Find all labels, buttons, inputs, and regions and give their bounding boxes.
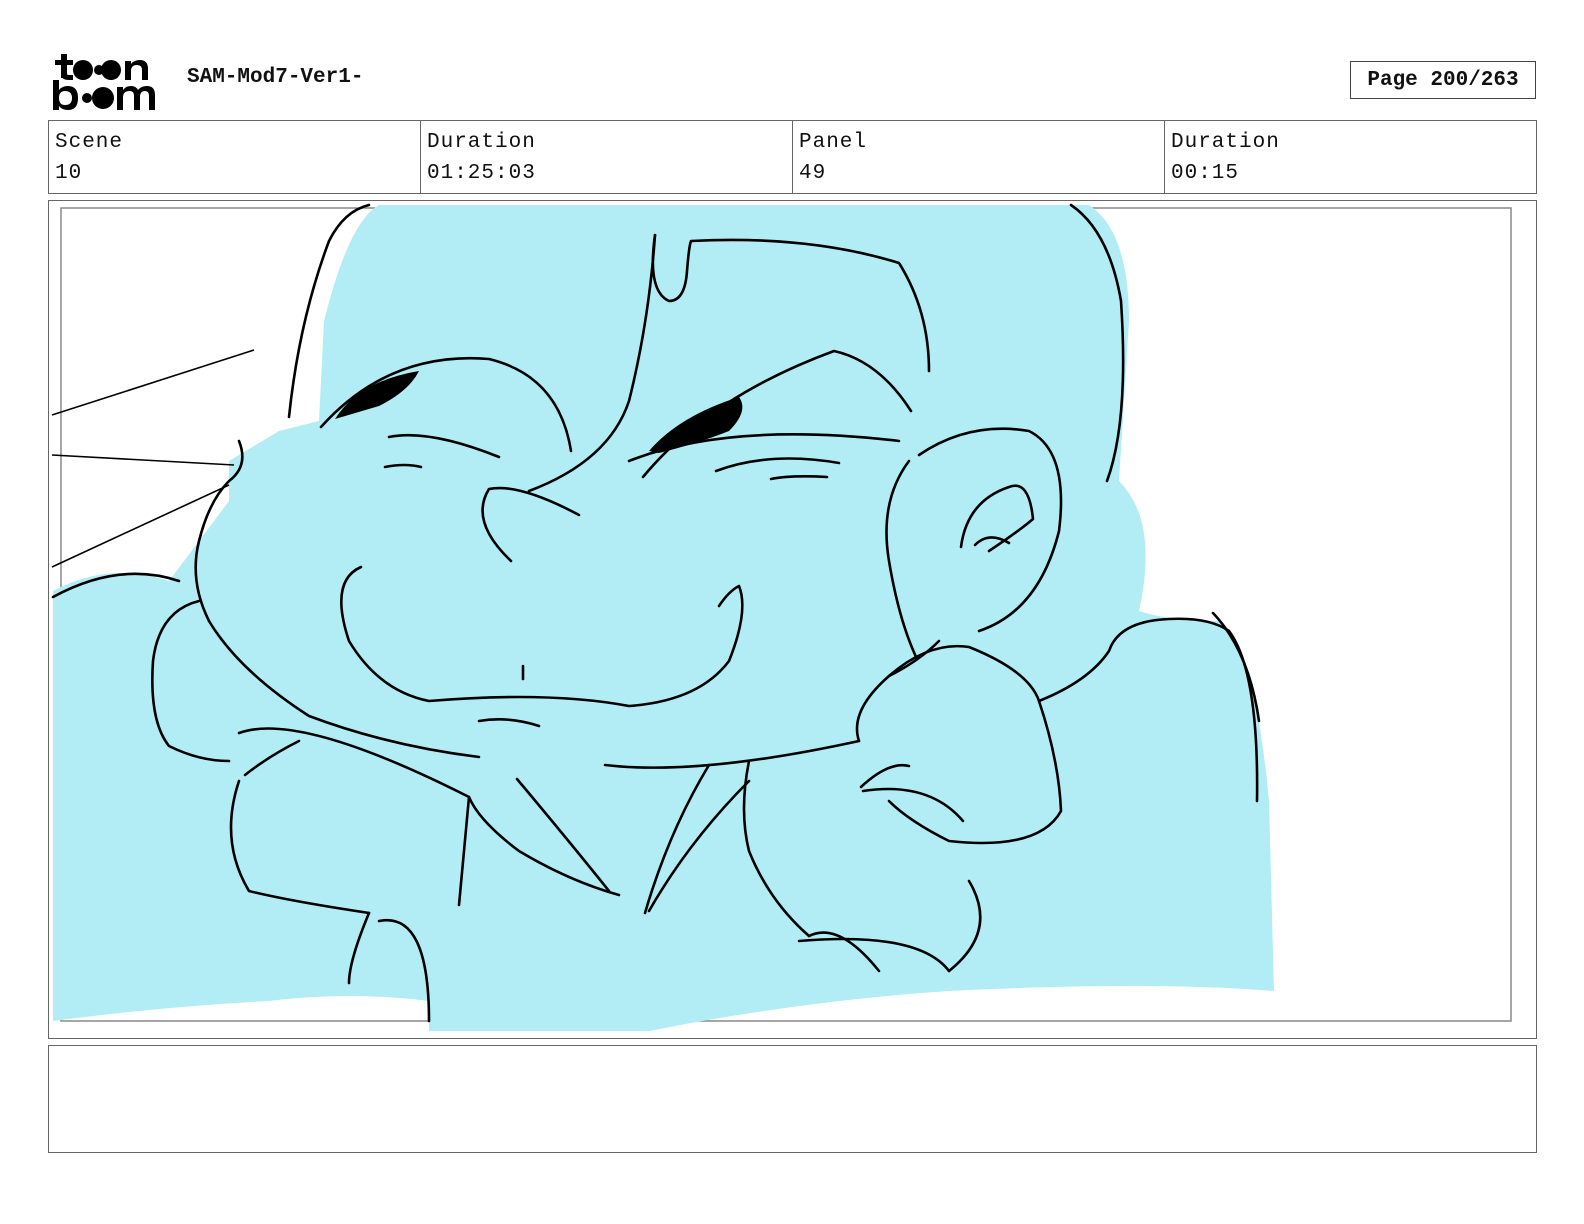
toon-boom-logo <box>53 54 155 110</box>
panel-notes-box[interactable] <box>48 1045 1537 1153</box>
scene-label: Scene <box>55 131 124 154</box>
scene-info-bar: Scene 10 Duration 01:25:03 Panel 49 Dura… <box>48 120 1537 194</box>
scene-duration-label: Duration <box>427 131 536 154</box>
page-number: Page 200/263 <box>1350 61 1536 99</box>
scene-cell: Scene 10 <box>49 121 421 193</box>
scene-duration-value: 01:25:03 <box>427 162 536 185</box>
project-title: SAM-Mod7-Ver1- <box>187 66 364 89</box>
panel-label: Panel <box>799 131 868 154</box>
character-color-fill <box>53 205 1274 1031</box>
panel-duration-value: 00:15 <box>1171 162 1240 185</box>
storyboard-panel <box>48 200 1537 1039</box>
panel-duration-label: Duration <box>1171 131 1280 154</box>
panel-cell: Panel 49 <box>793 121 1165 193</box>
panel-value: 49 <box>799 162 827 185</box>
scene-value: 10 <box>55 162 83 185</box>
panel-duration-cell: Duration 00:15 <box>1165 121 1536 193</box>
panel-sketch <box>51 203 1512 1031</box>
scene-duration-cell: Duration 01:25:03 <box>421 121 793 193</box>
